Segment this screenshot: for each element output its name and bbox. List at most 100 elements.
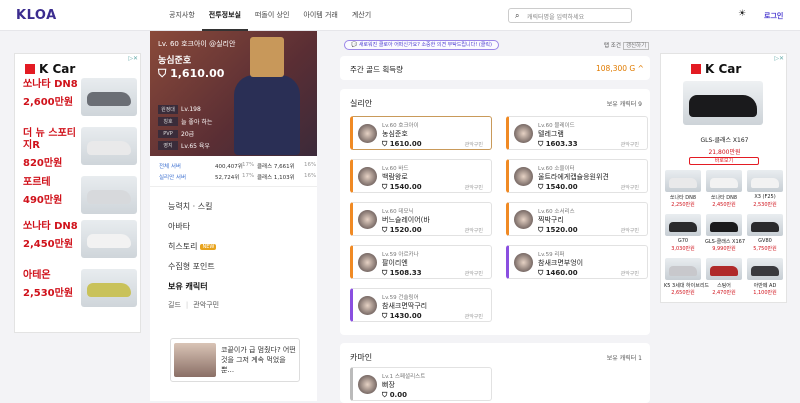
ad-brand: K Car (25, 62, 75, 76)
top-nav: KLOA 공지사항 전투정보실 떠돌이 상인 아이템 거래 계산기 ⌕ 캐릭터명… (0, 0, 800, 31)
character-card[interactable]: Lv.59 건슬링어 참새크면딱구리 ⛉ 1430.00 관악구민 (350, 288, 492, 322)
search-icon: ⌕ (515, 11, 520, 20)
character-card[interactable]: Lv.60 소울이터 울트라에게캡슐응원위견 ⛉ 1540.00 관악구민 (506, 159, 648, 193)
ad-info-icon[interactable]: ▷✕ (774, 55, 784, 62)
character-name: 백람왕로 (382, 173, 408, 181)
guild-info: 길드 | 관악구민 (168, 301, 220, 309)
ad-car-item[interactable]: G70 3,030만원 (664, 214, 702, 254)
ad-info-icon[interactable]: ▷✕ (128, 55, 138, 62)
ad-car-item[interactable]: 포르테 490만원 (15, 174, 142, 224)
character-card[interactable]: Lv.1 스페셜리스트 뻐장 ⛉ 0.00 (350, 367, 492, 401)
login-button[interactable]: 로그인 (764, 11, 783, 21)
ad-car-item[interactable]: 아반떼 AD 1,100만원 (746, 258, 784, 298)
nav-owned-characters[interactable]: 보유 캐릭터 (168, 281, 308, 292)
profile-column: Lv. 60 호크아이 @실리안 농심준호 ⛉ 1,610.00 원정대 Lv.1… (150, 31, 317, 401)
rank-server: 실리안 서버 52,724위 17% 클래스 1,103위 16% (159, 173, 317, 181)
character-card[interactable]: Lv.59 리퍼 참새크면부엉이 ⛉ 1460.00 관악구민 (506, 245, 648, 279)
kcar-logo-icon (25, 64, 35, 74)
car-image (665, 214, 701, 236)
ad-car-item[interactable]: 더 뉴 스포티지R 820만원 (15, 125, 142, 175)
car-price: 5,750만원 (753, 246, 777, 252)
search-placeholder: 캐릭터명을 입력하세요 (527, 14, 585, 21)
car-price: 820만원 (23, 158, 63, 169)
car-image (81, 78, 137, 116)
car-image (747, 170, 783, 192)
character-level-class: Lv. 60 호크아이 @실리안 (158, 40, 236, 48)
car-name: 쏘나타 DN8 (669, 195, 697, 201)
nav-history[interactable]: 히스토리 NEW (168, 241, 308, 252)
recommended-post[interactable]: 코끝이가 급 멈췄다? 어떤것을 그저 계속 먹었을뿐... (170, 338, 300, 382)
feedback-notice[interactable]: 💬 새로워진 클로아 어떠신가요? 소중한 의견 부탁드립니다! (클릭) (344, 40, 499, 50)
ad-car-item[interactable]: 스팅어 2,470만원 (705, 258, 743, 298)
character-avatar (358, 210, 377, 229)
character-guild: 관악구민 (464, 271, 483, 277)
menu-item-trade[interactable]: 아이템 거래 (296, 0, 344, 31)
character-item-level: ⛉ 1508.33 (382, 269, 422, 277)
character-avatar (514, 124, 533, 143)
view-now-button[interactable]: 바로보기 (689, 157, 759, 165)
character-card[interactable]: Lv.60 소서리스 찍박구리 ⛉ 1520.00 관악구민 (506, 202, 648, 236)
new-badge: NEW (200, 244, 217, 250)
menu-merchant[interactable]: 떠돌이 상인 (248, 0, 296, 31)
car-name: 스팅어 (717, 283, 731, 289)
menu-notice[interactable]: 공지사항 (162, 0, 202, 31)
ad-car-item[interactable]: 쏘나타 DN8 2,450만원 (705, 170, 743, 210)
character-class: Lv.1 스페셜리스트 (382, 374, 426, 380)
character-name: 버느슬레이어(바 (382, 216, 430, 224)
logo[interactable]: KLOA (16, 8, 57, 23)
nav-stats-skills[interactable]: 능력치 · 스킬 (168, 201, 308, 212)
character-class: Lv.60 소울이터 (538, 166, 575, 172)
car-image (665, 170, 701, 192)
profile-hero: Lv. 60 호크아이 @실리안 농심준호 ⛉ 1,610.00 원정대 Lv.1… (150, 31, 317, 156)
car-name: 포르테 (23, 177, 51, 188)
refresh-button[interactable]: 갱신하기 (622, 42, 650, 50)
character-item-level: ⛉ 1520.00 (538, 226, 578, 234)
nav-avatar[interactable]: 아바타 (168, 221, 308, 232)
character-item-level: ⛉ 1520.00 (382, 226, 422, 234)
server-panel-silian: 실리안 보유 캐릭터 9 Lv.60 호크아이 농심준호 ⛉ 1610.00 관악구민… (340, 89, 650, 335)
character-name: 뻐장 (382, 381, 395, 389)
character-class: Lv.60 소서리스 (538, 209, 575, 215)
ad-car-item[interactable]: K5 3세대 하이브리드 2,650만원 (664, 258, 709, 298)
right-ad-banner[interactable]: ▷✕ K Car GLS-클래스 X167 21,800만원 바로보기 쏘나타 … (660, 53, 787, 303)
character-avatar (358, 253, 377, 272)
car-image (747, 214, 783, 236)
nav-collectibles[interactable]: 수집형 포인트 (168, 261, 308, 272)
character-card[interactable]: Lv.60 블레이드 텔레그램 ⛉ 1603.33 관악구민 (506, 116, 648, 150)
character-card[interactable]: Lv.59 아르카나 팔이리엔 ⛉ 1508.33 관악구민 (350, 245, 492, 279)
ad-brand: K Car (691, 62, 741, 76)
menu-calculator[interactable]: 계산기 (345, 0, 378, 31)
ad-car-item[interactable]: 아테온 2,530만원 (15, 267, 142, 317)
car-name: 더 뉴 스포티지R (23, 128, 76, 151)
weekly-gold-value: 108,300 G ^ (596, 64, 644, 73)
weekly-gold-panel[interactable]: 주간 골드 획득량 108,300 G ^ (340, 56, 650, 80)
ad-car-item[interactable]: X3 (F25) 2,530만원 (746, 170, 784, 210)
character-class: Lv.59 리퍼 (538, 252, 565, 258)
theme-toggle-icon[interactable]: ☀ (738, 9, 746, 19)
main-menu: 공지사항 전투정보실 떠돌이 상인 아이템 거래 계산기 (162, 0, 378, 31)
car-image (747, 258, 783, 280)
ad-car-item[interactable]: GLS-클래스 X167 9,990만원 (705, 214, 745, 254)
character-avatar-image (228, 37, 304, 155)
kcar-logo-icon (691, 64, 701, 74)
character-card[interactable]: Lv.60 호크아이 농심준호 ⛉ 1610.00 관악구민 (350, 116, 492, 150)
character-class: Lv.59 아르카나 (382, 252, 419, 258)
car-name: 쏘나타 DN8 (710, 195, 738, 201)
left-ad-banner[interactable]: ▷✕ K Car 쏘나타 DN8 2,600만원 더 뉴 스포티지R 820만원포르테… (14, 53, 141, 333)
search-input[interactable]: ⌕ 캐릭터명을 입력하세요 (508, 8, 632, 23)
character-avatar (514, 167, 533, 186)
menu-battle-info[interactable]: 전투정보실 (201, 0, 248, 31)
character-avatar (514, 253, 533, 272)
ad-car-item[interactable]: 쏘나타 DN8 2,600만원 (15, 76, 142, 126)
item-level: ⛉ 1,610.00 (158, 67, 225, 80)
car-image (81, 176, 137, 214)
car-image (81, 269, 137, 307)
ad-car-item[interactable]: GV80 5,750만원 (746, 214, 784, 254)
car-name: X3 (F25) (754, 194, 776, 200)
ad-car-item[interactable]: 쏘나타 DN8 2,250만원 (664, 170, 702, 210)
character-name: 참새크면딱구리 (382, 302, 428, 310)
ad-car-item[interactable]: 쏘나타 DN8 2,450만원 (15, 218, 142, 268)
character-card[interactable]: Lv.60 데모닉 버느슬레이어(바 ⛉ 1520.00 관악구민 (350, 202, 492, 236)
car-price: 2,650만원 (671, 290, 695, 296)
character-card[interactable]: Lv.60 바드 백람왕로 ⛉ 1540.00 관악구민 (350, 159, 492, 193)
